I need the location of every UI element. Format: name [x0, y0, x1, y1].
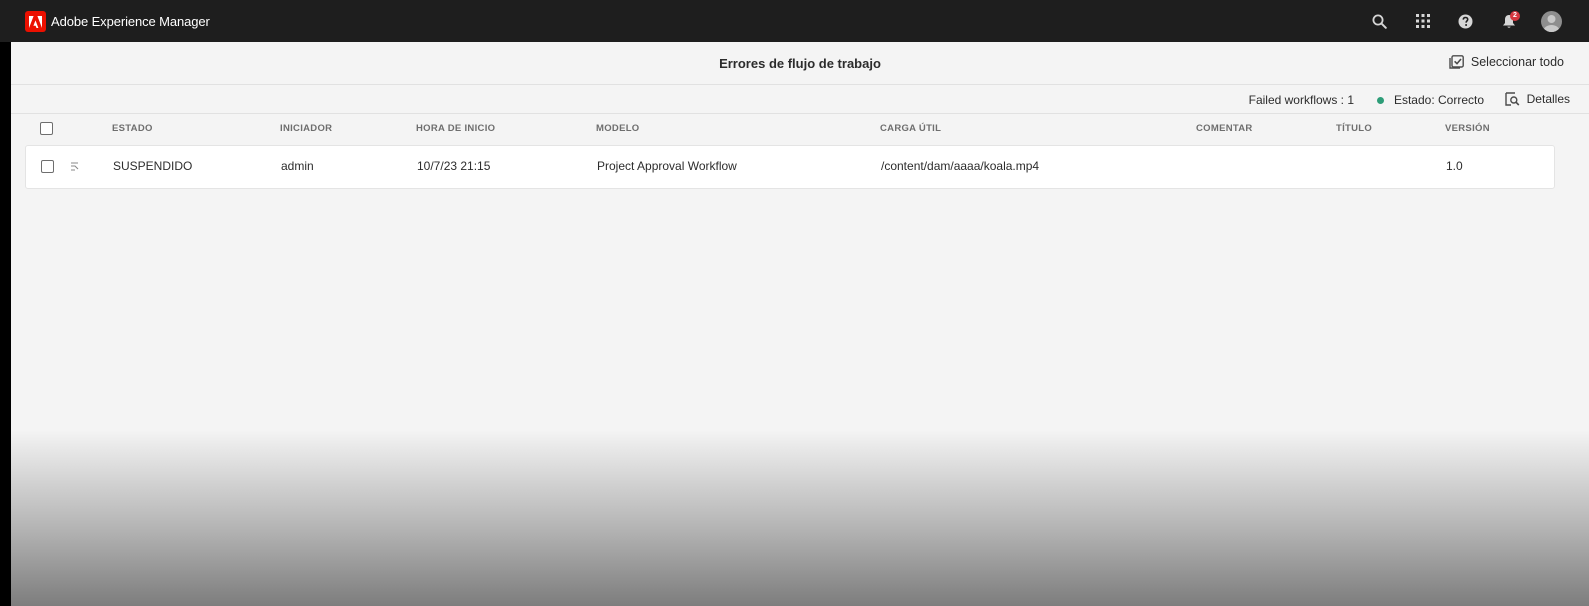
- system-status: Estado: Correcto: [1376, 93, 1484, 107]
- cell-version: 1.0: [1446, 159, 1463, 173]
- status-indicator-dot: [1376, 96, 1384, 104]
- column-header-modelo[interactable]: MODELO: [596, 123, 640, 134]
- details-button[interactable]: Detalles: [1504, 92, 1570, 106]
- row-checkbox[interactable]: [41, 160, 54, 173]
- app-name: Adobe Experience Manager: [51, 14, 210, 29]
- select-all-button[interactable]: Seleccionar todo: [1449, 55, 1564, 69]
- workflow-item-icon: [71, 162, 79, 171]
- brand-home-link[interactable]: Adobe Experience Manager: [25, 11, 210, 32]
- search-button[interactable]: [1358, 0, 1401, 42]
- apps-grid-icon: [1415, 14, 1430, 28]
- bottom-shadow-overlay: [11, 430, 1589, 606]
- details-magnifier-icon: [1504, 92, 1520, 106]
- solutions-switcher-button[interactable]: [1401, 0, 1444, 42]
- column-header-titulo[interactable]: TÍTULO: [1336, 123, 1372, 134]
- search-icon: [1372, 14, 1387, 29]
- select-all-rows-checkbox[interactable]: [40, 122, 53, 135]
- action-bar: Errores de flujo de trabajo Seleccionar …: [11, 42, 1589, 85]
- cell-carga-util: /content/dam/aaaa/koala.mp4: [881, 159, 1040, 173]
- column-header-version[interactable]: VERSIÓN: [1445, 123, 1490, 134]
- details-label: Detalles: [1526, 92, 1570, 106]
- shell-header: Adobe Experience Manager 2: [0, 0, 1589, 42]
- page-title: Errores de flujo de trabajo: [719, 56, 881, 71]
- system-status-label: Estado: Correcto: [1393, 93, 1484, 107]
- column-header-comentar[interactable]: COMENTAR: [1196, 123, 1253, 134]
- adobe-logo-icon: [25, 11, 46, 32]
- cell-hora-inicio: 10/7/23 21:15: [417, 159, 491, 173]
- notification-count-badge: 2: [1510, 11, 1520, 21]
- help-icon: [1458, 14, 1473, 28]
- column-header-iniciador[interactable]: INICIADOR: [280, 123, 332, 134]
- column-header-estado[interactable]: ESTADO: [112, 123, 153, 134]
- failed-workflows-count: Failed workflows : 1: [1248, 93, 1354, 107]
- notifications-button[interactable]: 2: [1487, 0, 1530, 42]
- select-all-checkbox-icon: [1449, 55, 1464, 69]
- cell-modelo: Project Approval Workflow: [597, 159, 737, 173]
- cell-estado: SUSPENDIDO: [113, 159, 193, 173]
- status-bar: Failed workflows : 1 Estado: Correcto De…: [11, 85, 1589, 114]
- user-profile-button[interactable]: [1530, 0, 1573, 42]
- cell-iniciador: admin: [281, 159, 314, 173]
- table-header: ESTADO INICIADOR HORA DE INICIO MODELO C…: [11, 114, 1589, 142]
- user-avatar: [1541, 10, 1562, 32]
- table-row[interactable]: SUSPENDIDO admin 10/7/23 21:15 Project A…: [25, 145, 1555, 189]
- column-header-carga-util[interactable]: CARGA ÚTIL: [880, 123, 941, 134]
- page-content: Errores de flujo de trabajo Seleccionar …: [11, 0, 1589, 606]
- column-header-hora-inicio[interactable]: HORA DE INICIO: [416, 123, 495, 134]
- help-button[interactable]: [1444, 0, 1487, 42]
- select-all-label: Seleccionar todo: [1470, 55, 1564, 69]
